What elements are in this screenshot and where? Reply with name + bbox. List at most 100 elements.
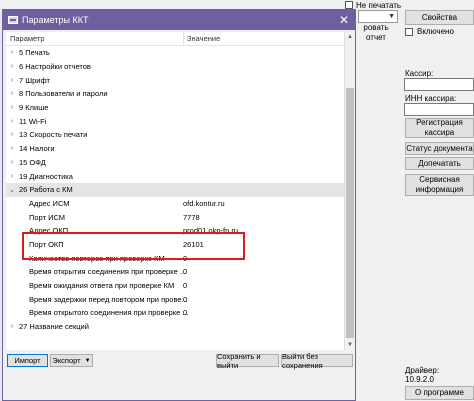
group-label: 27 Название секций [19,322,89,332]
document-status-button[interactable]: Статус документа [405,142,474,155]
parameters-tree[interactable]: Параметр Значение › 5 Печать › 6 Настройки… [6,31,344,350]
tree-group-row-selected[interactable]: ⌄ 26 Работа с КМ [6,182,344,197]
tree-group-row[interactable]: › 7 Шрифт [6,73,344,87]
group-label: 8 Пользователи и пароли [19,89,108,99]
import-label: Импорт [14,356,41,365]
reprint-label: Допечатать [418,158,461,168]
properties-label: Свойства [421,12,458,22]
about-button[interactable]: О программе [405,386,474,400]
group-label: 13 Скорость печати [19,130,88,140]
tree-group-row[interactable]: › 14 Налоги [6,142,344,156]
chevron-right-icon[interactable]: › [8,323,16,330]
dropdown-arrow-icon: ▼ [84,357,91,364]
param-row[interactable]: Порт ОКП 26101 [6,238,344,252]
no-print-label: Не печатать [356,0,402,10]
group-label: 11 Wi-Fi [19,116,47,126]
register-cashier-label: Регистрация кассира [416,118,463,137]
document-status-label: Статус документа [406,143,473,153]
param-value[interactable]: 7778 [183,213,200,222]
tree-group-row[interactable]: › 19 Диагностика [6,169,344,183]
kkt-parameters-dialog: Параметры ККТ ✕ Параметр Значение › 5 Печ… [2,9,356,401]
save-exit-button[interactable]: Сохранить и выйти [216,351,279,370]
cashier-inn-input[interactable] [404,103,474,116]
checkbox-box[interactable] [345,1,353,9]
tree-group-row[interactable]: › 6 Настройки отчетов [6,60,344,74]
chevron-right-icon[interactable]: › [8,131,16,138]
scroll-up-icon[interactable]: ▲ [345,32,355,42]
param-value[interactable]: prod01.okp-fn.ru [183,226,238,235]
chevron-down-icon[interactable]: ⌄ [8,186,16,194]
param-name: Время открытия соединения при проверке .… [29,267,187,277]
param-row[interactable]: Время ожидания ответа при проверке КМ 0 [6,279,344,293]
tree-group-row[interactable]: › 15 ОФД [6,156,344,170]
column-header-param[interactable]: Параметр [6,34,183,43]
chevron-right-icon[interactable]: › [8,49,16,56]
chevron-right-icon[interactable]: › [8,90,16,97]
param-value[interactable]: 0 [183,308,187,317]
export-button[interactable]: Экспорт ▼ [50,354,93,367]
group-label: 7 Шрифт [19,75,50,85]
param-row[interactable]: Порт ИСМ 7778 [6,210,344,224]
driver-version: 10.9.2.0 [405,375,434,384]
driver-label: Драйвер: [405,366,440,375]
chevron-right-icon[interactable]: › [8,118,16,125]
exit-no-save-label: Выйти без сохранения [282,351,323,370]
chevron-down-icon: ▼ [388,13,395,20]
param-row[interactable]: Время открытого соединения при проверке … [6,306,344,320]
param-row[interactable]: Количество повторов при проверке КМ 0 [6,251,344,265]
tree-group-row[interactable]: › 8 Пользователи и пароли [6,87,344,101]
import-button[interactable]: Импорт [7,354,48,367]
about-label: О программе [415,388,464,397]
chevron-right-icon[interactable]: › [8,63,16,70]
param-row[interactable]: Время задержки перед повтором при прове.… [6,292,344,306]
param-value[interactable]: 0 [183,295,187,304]
param-name: Порт ИСМ [29,212,66,222]
dialog-titlebar[interactable]: Параметры ККТ ✕ [3,10,355,30]
param-name: Время открытого соединения при проверке … [29,308,189,318]
param-name: Адрес ИСМ [29,198,70,208]
param-value[interactable]: ofd.kontur.ru [183,199,225,208]
group-label: 5 Печать [19,48,50,58]
properties-button[interactable]: Свойства [405,10,474,25]
tree-group-row[interactable]: › 5 Печать [6,46,344,60]
param-value[interactable]: 26101 [183,240,204,249]
chevron-right-icon[interactable]: › [8,159,16,166]
tree-group-row[interactable]: › 11 Wi-Fi [6,114,344,128]
enabled-checkbox[interactable]: Включено [405,27,454,36]
enabled-label: Включено [417,27,454,36]
checkbox-box[interactable] [405,27,413,36]
scroll-down-icon[interactable]: ▼ [345,340,355,350]
tree-group-row[interactable]: › 9 Клише [6,101,344,115]
param-row[interactable]: Адрес ОКП prod01.okp-fn.ru [6,224,344,238]
param-name: Количество повторов при проверке КМ [29,253,165,263]
param-value[interactable]: 0 [183,281,187,290]
save-exit-label: Сохранить и выйти [217,351,261,370]
param-value[interactable]: 0 [183,267,187,276]
chevron-right-icon[interactable]: › [8,145,16,152]
reprint-button[interactable]: Допечатать [405,157,474,170]
param-row[interactable]: Адрес ИСМ ofd.kontur.ru [6,197,344,211]
group-label: 6 Настройки отчетов [19,62,91,72]
scrollbar-thumb[interactable] [346,88,354,338]
service-info-button[interactable]: Сервисная информация [405,174,474,196]
service-info-label: Сервисная информация [415,175,464,194]
tree-group-row[interactable]: › 13 Скорость печати [6,128,344,142]
vertical-scrollbar[interactable]: ▲ ▼ [344,32,354,350]
param-value[interactable]: 0 [183,254,187,263]
column-header-value[interactable]: Значение [183,31,220,46]
chevron-right-icon[interactable]: › [8,173,16,180]
param-row[interactable]: Время открытия соединения при проверке .… [6,265,344,279]
print-report-label: ровать отчет [363,23,389,42]
cashier-input[interactable] [404,78,474,91]
chevron-right-icon[interactable]: › [8,77,16,84]
group-label: 14 Налоги [19,144,55,154]
register-cashier-button[interactable]: Регистрация кассира [405,118,474,138]
background-combo[interactable]: ▼ [358,10,398,23]
tree-group-row[interactable]: › 27 Название секций [6,320,344,334]
close-icon[interactable]: ✕ [339,13,349,27]
exit-no-save-button[interactable]: Выйти без сохранения [281,351,353,370]
cashier-inn-label: ИНН кассира: [405,94,457,103]
export-label: Экспорт [52,356,81,365]
chevron-right-icon[interactable]: › [8,104,16,111]
print-report-button[interactable]: ровать отчет [353,23,399,42]
